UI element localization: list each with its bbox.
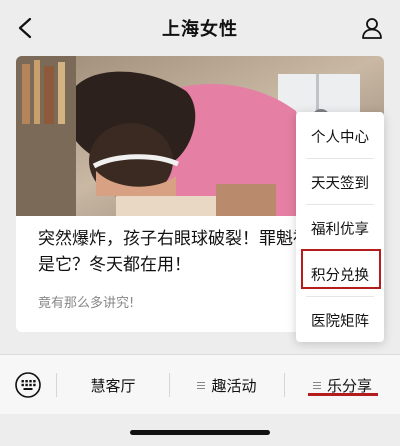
menu-label: 趣活动 [211, 376, 257, 395]
article-subtitle: 竟有那么多讲究! [38, 296, 135, 311]
menu-item-welfare[interactable]: 福利优享 [296, 207, 384, 249]
menu-item-daily-checkin[interactable]: 天天签到 [296, 161, 384, 203]
menu-button-share[interactable]: 乐分享 [285, 355, 400, 415]
submenu-lines-icon [197, 381, 206, 389]
keyboard-icon [15, 372, 41, 398]
active-underline-annotation [308, 393, 378, 396]
back-button[interactable] [12, 14, 40, 42]
highlight-annotation-box [301, 249, 381, 289]
keyboard-toggle-button[interactable] [14, 371, 42, 399]
menu-button-activities[interactable]: 趣活动 [170, 355, 284, 415]
menu-divider [306, 158, 374, 159]
bottom-menu-bar: 慧客厅 趣活动 乐分享 [0, 354, 400, 414]
submenu-lines-icon [312, 381, 321, 389]
home-indicator[interactable] [130, 430, 270, 435]
submenu-popup: 个人中心 天天签到 福利优享 积分兑换 医院矩阵 [296, 112, 384, 342]
menu-button-lounge[interactable]: 慧客厅 [57, 355, 169, 415]
menu-item-personal-center[interactable]: 个人中心 [296, 115, 384, 157]
page-title: 上海女性 [162, 19, 238, 40]
profile-button[interactable] [358, 14, 386, 42]
top-navigation-bar: 上海女性 [0, 0, 400, 56]
person-icon [362, 18, 382, 39]
menu-item-hospital-matrix[interactable]: 医院矩阵 [296, 299, 384, 341]
menu-divider [306, 204, 374, 205]
menu-label: 慧客厅 [90, 376, 136, 395]
chevron-left-icon [18, 17, 32, 39]
menu-divider [306, 296, 374, 297]
